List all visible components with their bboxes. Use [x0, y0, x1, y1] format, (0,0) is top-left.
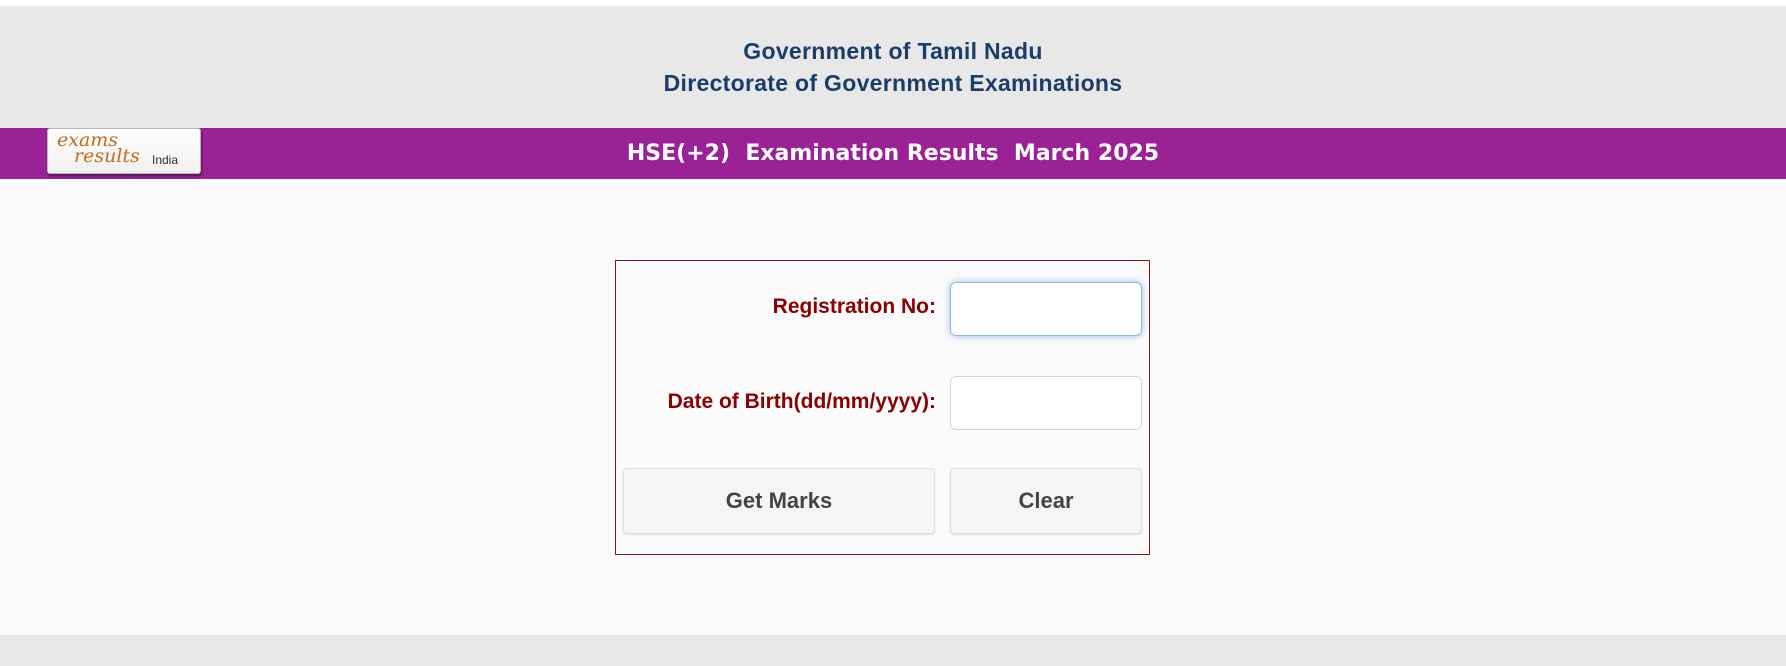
header-government-title: Government of Tamil Nadu: [743, 38, 1043, 64]
date-of-birth-label-bold: Date of Birth: [667, 390, 794, 413]
header-directorate-title: Directorate of Government Examinations: [663, 70, 1123, 96]
date-of-birth-label: Date of Birth(dd/mm/yyyy):: [615, 390, 936, 414]
date-of-birth-format-hint: (dd/mm/yyyy):: [793, 390, 936, 413]
registration-number-input[interactable]: [950, 282, 1142, 336]
logo-word-results: results: [74, 145, 140, 167]
site-header: Government of Tamil Nadu Directorate of …: [0, 6, 1786, 128]
exam-results-title: HSE(+2) Examination Results March 2025: [626, 141, 1160, 166]
registration-number-label: Registration No:: [615, 295, 936, 319]
logo-word-india: India: [152, 153, 179, 167]
registration-number-label-text: Registration No:: [772, 295, 936, 318]
get-marks-button[interactable]: Get Marks: [623, 468, 935, 534]
exams-results-india-logo[interactable]: exams results India: [47, 128, 201, 174]
page-footer: [0, 635, 1786, 666]
clear-button[interactable]: Clear: [950, 468, 1142, 534]
results-title-band: HSE(+2) Examination Results March 2025: [0, 128, 1786, 179]
date-of-birth-input[interactable]: [950, 376, 1142, 430]
